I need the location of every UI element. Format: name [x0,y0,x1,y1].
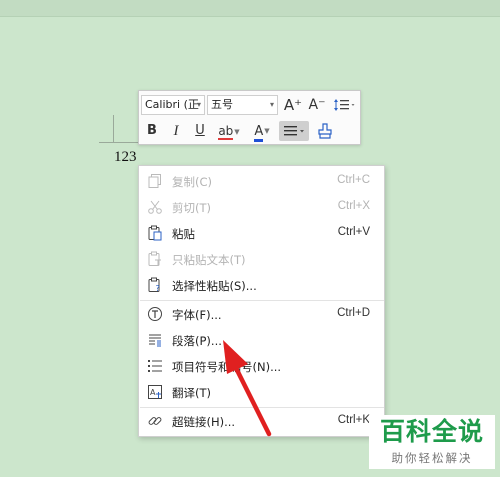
watermark-title: 百科全说 [379,417,484,446]
watermark-subtitle: 助你轻松解决 [391,451,473,465]
annotation-arrow-icon [223,340,272,437]
watermark-logo: 百科全说 助你轻松解决 [369,415,495,469]
